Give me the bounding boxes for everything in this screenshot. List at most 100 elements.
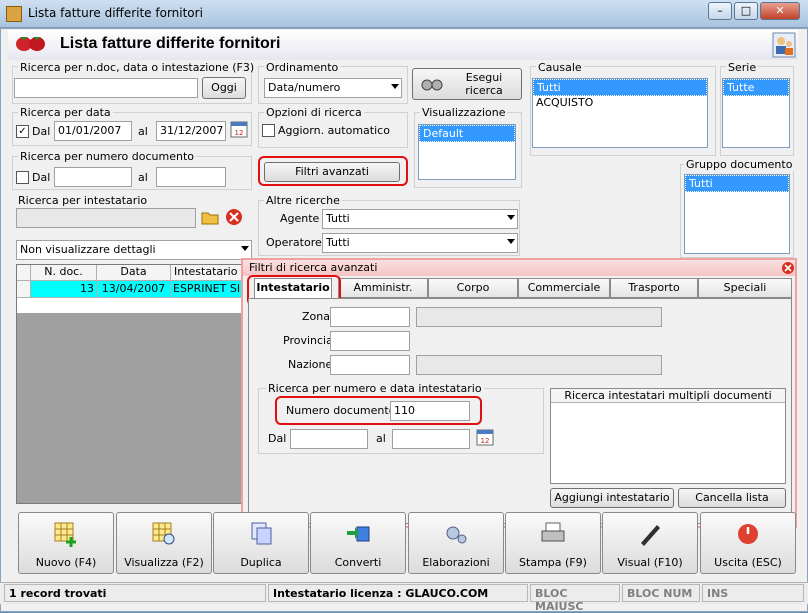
zona-input[interactable]: [330, 307, 410, 327]
tab-corpo[interactable]: Corpo: [428, 278, 518, 298]
row-selector[interactable]: [17, 281, 31, 297]
table-row-empty[interactable]: [17, 297, 253, 313]
exit-button-label: Uscita (ESC): [714, 556, 782, 569]
operator-combo[interactable]: Tutti: [322, 233, 518, 253]
agent-label: Agente :: [280, 212, 327, 225]
duplicate-button-label: Duplica: [240, 556, 282, 569]
execute-search-button[interactable]: Esegui ricerca: [412, 68, 522, 100]
tab-trasporto[interactable]: Trasporto: [610, 278, 698, 298]
ordering-combo[interactable]: Data/numero: [264, 78, 402, 98]
holder-search-label: Ricerca per intestatario: [18, 194, 148, 207]
execute-label-1: Esegui: [465, 71, 503, 84]
exit-button[interactable]: Uscita (ESC): [700, 512, 796, 574]
cell-data[interactable]: 13/04/2007: [97, 281, 171, 297]
tab-speciali[interactable]: Speciali: [698, 278, 792, 298]
tab-commerciale[interactable]: Commerciale: [518, 278, 610, 298]
number-from-input[interactable]: [54, 167, 132, 187]
cell-ndoc[interactable]: 13: [31, 281, 97, 297]
text-search-input[interactable]: [14, 78, 198, 98]
pen-icon: [641, 525, 660, 546]
adv-date-from-input[interactable]: [290, 429, 368, 449]
app-icon: [6, 6, 22, 22]
results-table[interactable]: N. doc. Data Intestatario 13 13/04/2007 …: [16, 264, 253, 504]
date-dal-label: Dal: [32, 125, 51, 138]
gears-icon: [446, 526, 467, 544]
operator-label: Operatore :: [266, 236, 329, 249]
number-to-input[interactable]: [156, 167, 226, 187]
elaborations-button[interactable]: Elaborazioni: [408, 512, 504, 574]
serie-list[interactable]: Tutte: [722, 78, 790, 148]
visualization-list[interactable]: Default: [418, 124, 516, 180]
date-from-input[interactable]: 01/01/2007: [54, 121, 132, 141]
number-dal-label: Dal: [32, 171, 51, 184]
ordering-combo-value: Data/numero: [268, 81, 341, 94]
provincia-label: Provincia: [283, 334, 333, 347]
adv-al-label: al: [376, 432, 386, 445]
oggi-button[interactable]: Oggi: [202, 77, 246, 99]
date-dal-checkbox[interactable]: ✓: [16, 125, 29, 138]
duplicate-button[interactable]: Duplica: [213, 512, 309, 574]
adv-date-to-input[interactable]: [392, 429, 470, 449]
view-grid-icon: [152, 522, 175, 545]
date-to-input[interactable]: 31/12/2007: [156, 121, 226, 141]
col-header-data[interactable]: Data: [97, 265, 171, 281]
other-searches-label: Altre ricerche: [264, 194, 342, 207]
maximize-button[interactable]: □: [734, 2, 758, 20]
ordering-label: Ordinamento: [264, 61, 341, 74]
calendar-icon[interactable]: 12: [476, 428, 494, 446]
minimize-button[interactable]: –: [708, 2, 732, 20]
print-button-label: Stampa (F9): [519, 556, 587, 569]
status-license: Intestatario licenza : GLAUCO.COM: [268, 584, 528, 602]
agent-combo-value: Tutti: [326, 212, 350, 225]
tab-amministr[interactable]: Amministr.: [338, 278, 428, 298]
number-dal-checkbox[interactable]: [16, 171, 29, 184]
print-button[interactable]: Stampa (F9): [505, 512, 601, 574]
view-button[interactable]: Visualizza (F2): [116, 512, 212, 574]
table-row[interactable]: 13 13/04/2007 ESPRINET SI: [17, 281, 253, 297]
row-header-corner: [17, 265, 31, 281]
multi-holder-label: Ricerca intestatari multipli documenti: [551, 389, 785, 403]
users-settings-icon[interactable]: [772, 32, 796, 58]
status-caps-lock: BLOC MAIUSC: [530, 584, 620, 613]
close-icon[interactable]: [781, 261, 795, 275]
document-group-list[interactable]: Tutti: [684, 174, 790, 254]
svg-text:12: 12: [235, 129, 244, 137]
status-records: 1 record trovati: [4, 584, 266, 602]
agent-combo[interactable]: Tutti: [322, 209, 518, 229]
visual-button[interactable]: Visual (F10): [602, 512, 698, 574]
window-title: Lista fatture differite fornitori: [28, 6, 203, 20]
auto-update-label: Aggiorn. automatico: [278, 124, 390, 137]
nazione-label: Nazione: [288, 358, 333, 371]
visualization-item-default[interactable]: Default: [419, 125, 515, 142]
highlight-numero-documento: [275, 396, 482, 425]
close-button[interactable]: ✕: [760, 2, 800, 20]
nazione-input[interactable]: [330, 355, 410, 375]
execute-label-2: ricerca: [465, 84, 503, 97]
details-combo[interactable]: Non visualizzare dettagli: [16, 240, 252, 260]
highlight-advanced-filters: [258, 156, 408, 186]
causale-item-acquisto[interactable]: ACQUISTO: [533, 96, 707, 109]
new-button[interactable]: Nuovo (F4): [18, 512, 114, 574]
details-combo-value: Non visualizzare dettagli: [20, 243, 156, 256]
provincia-input[interactable]: [330, 331, 410, 351]
calendar-icon[interactable]: 12: [230, 120, 248, 138]
clear-list-button[interactable]: Cancella lista: [678, 488, 786, 508]
causale-list[interactable]: Tutti ACQUISTO: [532, 78, 708, 148]
add-holder-button[interactable]: Aggiungi intestatario: [550, 488, 674, 508]
convert-button[interactable]: Converti: [310, 512, 406, 574]
binoculars-icon: [421, 79, 443, 91]
clear-icon[interactable]: [225, 208, 243, 226]
multi-holder-list[interactable]: Ricerca intestatari multipli documenti: [550, 388, 786, 484]
adv-dal-label: Dal: [268, 432, 287, 445]
auto-update-checkbox[interactable]: [262, 124, 275, 137]
new-button-label: Nuovo (F4): [35, 556, 97, 569]
holder-input[interactable]: [16, 208, 196, 228]
serie-item-tutte[interactable]: Tutte: [723, 79, 789, 96]
number-search-label: Ricerca per numero documento: [18, 150, 197, 163]
causale-item-tutti[interactable]: Tutti: [533, 79, 707, 96]
folder-icon[interactable]: [201, 208, 219, 226]
col-header-ndoc[interactable]: N. doc.: [31, 265, 97, 281]
status-insert: INS: [702, 584, 804, 602]
document-group-item-tutti[interactable]: Tutti: [685, 175, 789, 192]
document-group-label: Gruppo documento: [684, 158, 795, 171]
